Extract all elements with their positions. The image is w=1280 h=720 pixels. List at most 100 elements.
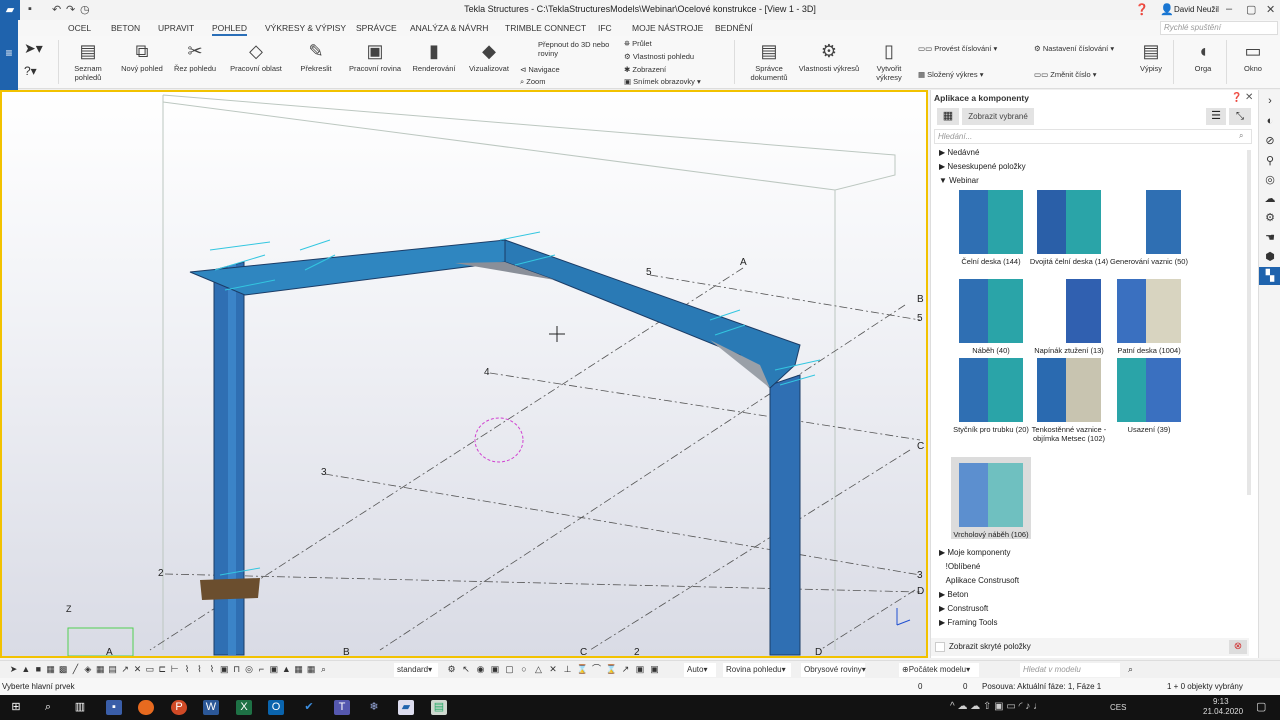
select-pointer-icon[interactable]: ➤▾ [24,40,43,57]
toolbar-tool-icon[interactable]: ⌕ [318,664,329,675]
component-item[interactable]: Dvojitá čelní deska (14) [1029,190,1109,266]
grid-view-icon[interactable]: ▦ [937,108,959,125]
view-properties-button[interactable]: ⚙ Vlastnosti pohledu [624,52,694,61]
quick-launch-input[interactable]: Rychlé spuštění [1160,21,1278,35]
snap-tool-icon[interactable]: ▣ [490,664,501,675]
navigation-button[interactable]: ⊲ Navigace [520,65,560,74]
applications-icon[interactable]: ▚ [1259,267,1280,285]
component-search-input[interactable]: Hledání... [934,129,1252,144]
screenshot-button[interactable]: ▣ Snímek obrazovky ▾ [624,77,701,86]
work-area-button[interactable]: ◇ Pracovní oblast [226,36,286,73]
toolbar-tool-icon[interactable]: ▦ [293,664,304,675]
snap-tool-icon[interactable]: ▢ [504,664,515,675]
component-item[interactable]: Čelní deska (144) [951,190,1031,266]
minimize-button[interactable]: – [1226,3,1232,15]
tab-beton[interactable]: BETON [111,23,140,33]
snowflake-app-icon[interactable]: ❄ [366,700,382,715]
show-selected-button[interactable]: Zobrazit vybrané [962,108,1034,125]
document-manager-button[interactable]: ▤ Správce dokumentů [744,36,794,82]
toolbar-tool-icon[interactable]: ⊢ [169,664,180,675]
component-item[interactable]: Napínák ztužení (13) [1029,279,1109,355]
toolbar-tool-icon[interactable]: ↗ [120,664,131,675]
toolbar-tool-icon[interactable]: ▦ [95,664,106,675]
switch-3d-button[interactable]: Přepnout do 3D nebo roviny [518,40,618,58]
zoom-button[interactable]: ⌕ Zoom [520,77,545,87]
search-icon[interactable]: ⌕ [1125,664,1136,675]
tab-pohled[interactable]: POHLED [212,23,247,36]
teams-icon[interactable]: T [334,700,350,715]
tree-item[interactable]: !Oblíbené [939,562,981,571]
menu-icon[interactable]: ☰ [1206,108,1226,125]
component-item[interactable]: Vrcholový náběh (106) [951,457,1031,539]
search-icon[interactable]: ⌕ [1239,131,1243,141]
task-view-icon[interactable]: ▥ [72,700,88,715]
save-app-icon[interactable]: ▪ [106,700,122,715]
toolbar-tool-icon[interactable]: ⌇ [206,664,217,675]
tab-bedneni[interactable]: BEDNĚNÍ [715,23,753,33]
redraw-button[interactable]: ✎ Překreslit [292,36,340,73]
notifications-icon[interactable]: ▢ [1256,700,1266,713]
snap-tool-icon[interactable]: ⚙ [446,664,457,675]
view-plane-select[interactable]: Rovina pohledu▾ [723,663,791,677]
settings-icon[interactable]: ⚙ [1259,209,1280,227]
snap-tool-icon[interactable]: ⌛ [577,664,588,675]
component-item[interactable]: Usazení (39) [1109,358,1189,434]
tab-ocel[interactable]: OCEL [68,23,91,33]
globe-icon[interactable]: ◎ [1259,171,1280,189]
tree-item-ungrouped[interactable]: ▶ Neseskupené položky [939,162,1026,171]
component-item[interactable]: Náběh (40) [951,279,1031,355]
panel-scrollbar[interactable] [1247,150,1251,495]
language-indicator[interactable]: CES [1110,703,1126,712]
tab-analyza[interactable]: ANALÝZA & NÁVRH [410,23,488,33]
snap-tool-icon[interactable]: ⊥ [562,664,573,675]
snap-tool-icon[interactable]: ▣ [635,664,646,675]
outlook-icon[interactable]: O [268,700,284,715]
drawing-properties-button[interactable]: ⚙ Vlastnosti výkresů [796,36,862,73]
toolbar-tool-icon[interactable]: ⌇ [194,664,205,675]
tab-moje-nastroje[interactable]: MOJE NÁSTROJE [632,23,703,33]
panel-help-icon[interactable]: ❓ [1231,92,1242,103]
hand-icon[interactable]: ☚ [1259,229,1280,247]
perform-numbering-button[interactable]: ▭▭ Provést číslování ▾ [918,44,997,53]
tree-item[interactable]: Aplikace Construsoft [939,576,1019,585]
outline-planes-select[interactable]: Obrysové roviny▾ [801,663,866,677]
new-view-button[interactable]: ⧉ Nový pohled [118,36,166,73]
toolbar-tool-icon[interactable]: ▦ [45,664,56,675]
cube-icon[interactable]: ⬢ [1259,248,1280,266]
help-icon[interactable]: ❓ [1135,3,1149,16]
toolbar-tool-icon[interactable]: ▩ [58,664,69,675]
toolbar-tool-icon[interactable]: ▣ [219,664,230,675]
clear-filter-icon[interactable]: ⊗ [1229,640,1247,654]
window-button[interactable]: ▭ Okno [1236,36,1270,73]
organizer-button[interactable]: ◖ Orga [1188,36,1218,73]
view-list-button[interactable]: ▤ Seznam pohledů [68,36,108,82]
powerpoint-icon[interactable]: P [171,700,187,715]
maximize-button[interactable]: ▢ [1246,3,1256,16]
tree-item-recent[interactable]: ▶ Nedávné [939,148,979,157]
toolbar-tool-icon[interactable]: ⊓ [231,664,242,675]
word-icon[interactable]: W [203,700,219,715]
assembly-drawing-button[interactable]: ▦ Složený výkres ▾ [918,70,983,79]
toolbar-tool-icon[interactable]: ▣ [268,664,279,675]
tab-upravit[interactable]: UPRAVIT [158,23,194,33]
tree-item-webinar[interactable]: ▼ Webinar [939,176,979,185]
tab-trimble[interactable]: TRIMBLE CONNECT [505,23,586,33]
file-menu-button[interactable]: ≡ [0,20,18,90]
toolbar-tool-icon[interactable]: ⊏ [157,664,168,675]
clock-time[interactable]: 9:13 [1213,697,1229,706]
cloud-icon[interactable]: ☁ [1259,190,1280,208]
snap-tool-icon[interactable]: ✕ [548,664,559,675]
work-plane-button[interactable]: ▣ Pracovní rovina [346,36,404,73]
snap-tool-icon[interactable]: ↖ [461,664,472,675]
tree-item[interactable]: ▶ Moje komponenty [939,548,1011,557]
rendering-button[interactable]: ▮ Renderování [408,36,460,73]
component-item[interactable]: Styčník pro trubku (20) [951,358,1031,434]
toolbar-tool-icon[interactable]: ⌇ [182,664,193,675]
change-number-button[interactable]: ▭▭ Změnit číslo ▾ [1034,70,1097,79]
create-drawings-button[interactable]: ▯ Vytvořit výkresy [866,36,912,82]
view-filter-select[interactable]: standard▾ [394,663,438,677]
toolbar-tool-icon[interactable]: ➤ [8,664,19,675]
tab-ifc[interactable]: IFC [598,23,612,33]
numbering-settings-button[interactable]: ⚙ Nastavení číslování ▾ [1034,44,1114,53]
toolbar-tool-icon[interactable]: ▦ [306,664,317,675]
